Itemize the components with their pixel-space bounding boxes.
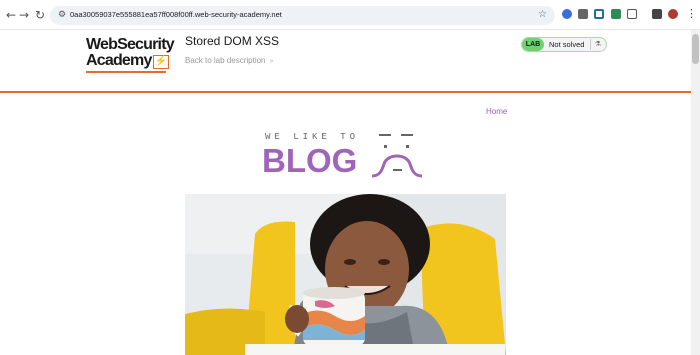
flask-icon: ⚗ <box>590 39 601 50</box>
banner-small-text: WE LIKE TO <box>265 132 360 142</box>
back-link-label: Back to lab description <box>185 56 266 65</box>
url-text: 0aa30059037e555881ea57ff008f00ff.web-sec… <box>70 10 282 19</box>
extension-icon-2[interactable] <box>578 9 588 19</box>
address-bar[interactable]: ⚙ 0aa30059037e555881ea57ff008f00ff.web-s… <box>50 6 555 25</box>
extension-icon-1[interactable] <box>562 9 572 19</box>
logo-underline <box>86 71 166 73</box>
status-text: Not solved <box>549 40 585 49</box>
banner-big-text: BLOG <box>262 142 358 179</box>
tune-icon[interactable]: ⚙ <box>56 9 68 21</box>
hero-image <box>185 194 506 355</box>
blog-banner: WE LIKE TO BLOG <box>262 132 432 182</box>
bookmark-star-icon[interactable]: ☆ <box>538 8 547 22</box>
reload-icon[interactable]: ↻ <box>33 8 47 22</box>
lightning-icon: ⚡ <box>153 55 169 69</box>
scrollbar-thumb[interactable] <box>692 34 699 64</box>
chevron-right-icon: » <box>269 57 274 65</box>
curly-face-icon <box>371 134 423 178</box>
back-to-lab-description-link[interactable]: Back to lab description» <box>185 56 274 66</box>
extension-icon-3[interactable] <box>594 9 604 19</box>
lab-header: WebSecurity Academy ⚡ Stored DOM XSS Bac… <box>0 30 691 93</box>
page-scrollbar[interactable] <box>691 30 700 355</box>
back-arrow-icon[interactable]: ← <box>4 8 18 22</box>
lab-status-widget: LAB Not solved ⚗ <box>521 37 607 52</box>
web-security-academy-logo[interactable]: WebSecurity Academy ⚡ <box>86 36 178 74</box>
forward-arrow-icon[interactable]: → <box>17 8 31 22</box>
lab-badge: LAB <box>522 38 544 51</box>
profile-avatar[interactable] <box>668 9 678 19</box>
menu-kebab-icon[interactable]: ⋮ <box>686 8 697 20</box>
hero-illustration <box>185 194 506 355</box>
home-link[interactable]: Home <box>486 107 507 117</box>
logo-text-line2: Academy <box>86 52 152 69</box>
browser-toolbar: ← → ↻ ⚙ 0aa30059037e555881ea57ff008f00ff… <box>0 0 700 30</box>
extension-icon-5[interactable] <box>627 9 637 19</box>
extension-icon-4[interactable] <box>611 9 621 19</box>
lab-title: Stored DOM XSS <box>185 34 280 48</box>
logo-text-line1: WebSecurity <box>86 36 175 53</box>
extensions-puzzle-icon[interactable] <box>652 9 662 19</box>
